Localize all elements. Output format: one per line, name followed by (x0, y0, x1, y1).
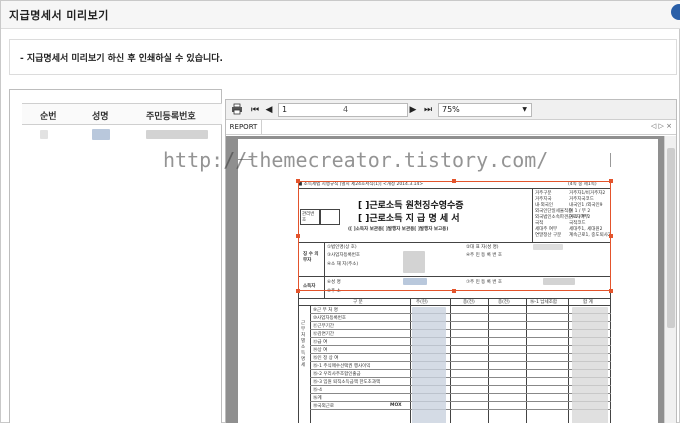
resize-handle[interactable] (609, 179, 613, 183)
document-page: ■ 소득세법 시행규칙 [별지 제24호서식(1)] <개정 2014.3.14… (238, 139, 658, 423)
first-page-icon[interactable]: ⏮ (248, 103, 262, 117)
blurred-name (92, 129, 110, 140)
list-row[interactable] (22, 128, 222, 142)
column-header-seq[interactable]: 순번 (40, 109, 57, 122)
total-pages: 4 (343, 105, 349, 114)
selection-frame[interactable] (298, 181, 611, 291)
crop-mark (610, 153, 611, 167)
title-bar: 지급명세서 미리보기 (1, 1, 680, 29)
document-canvas: ■ 소득세법 시행규칙 [별지 제24호서식(1)] <개정 2014.3.14… (226, 136, 676, 423)
watermark-text: http://themecreator.tistory.com/ (163, 148, 549, 172)
column-header-name[interactable]: 성명 (92, 109, 109, 122)
resize-handle[interactable] (609, 289, 613, 293)
employee-list-panel: 순번 성명 주민등록번호 (9, 89, 222, 423)
zoom-value: 75% (442, 105, 460, 114)
resize-handle[interactable] (609, 234, 613, 238)
resize-handle[interactable] (296, 179, 300, 183)
scrollbar-thumb[interactable] (667, 148, 675, 328)
column-header-rrn[interactable]: 주민등록번호 (146, 109, 196, 122)
viewer-toolbar: ⏮ ◀ 1 4 ▶ ⏭ 75% ▼ (226, 100, 676, 120)
resize-handle[interactable] (452, 179, 456, 183)
chevron-down-icon: ▼ (522, 106, 527, 113)
zoom-select[interactable]: 75% ▼ (438, 103, 532, 117)
last-page-icon[interactable]: ⏭ (421, 103, 435, 117)
current-page: 1 (282, 105, 288, 114)
print-icon[interactable] (230, 103, 244, 117)
report-tab-bar: REPORT ◁ ▷ × (226, 120, 676, 135)
resize-handle[interactable] (296, 289, 300, 293)
blurred-rrn (146, 130, 208, 139)
section-detail: 근 무 처 별 소 득 명 세 (301, 321, 306, 368)
prev-page-icon[interactable]: ◀ (262, 103, 276, 117)
list-header: 순번 성명 주민등록번호 (22, 103, 222, 125)
window-control-icon[interactable] (671, 4, 680, 20)
page-number-field[interactable]: 1 4 (278, 103, 408, 117)
next-page-icon[interactable]: ▶ (406, 103, 420, 117)
resize-handle[interactable] (296, 234, 300, 238)
preview-window: 지급명세서 미리보기 - 지급명세서 미리보기 하신 후 인쇄하실 수 있습니다… (0, 0, 680, 423)
blurred-seq (40, 130, 48, 139)
notice-box: - 지급명세서 미리보기 하신 후 인쇄하실 수 있습니다. (9, 39, 677, 75)
blurred-current-column (412, 307, 446, 423)
blurred-total-column (572, 307, 608, 423)
tab-report[interactable]: REPORT (226, 120, 262, 135)
resize-handle[interactable] (452, 289, 456, 293)
vertical-scrollbar[interactable] (664, 136, 676, 423)
tab-nav-icons[interactable]: ◁ ▷ × (651, 122, 672, 130)
notice-text: - 지급명세서 미리보기 하신 후 인쇄하실 수 있습니다. (20, 54, 223, 64)
window-title: 지급명세서 미리보기 (9, 9, 109, 22)
